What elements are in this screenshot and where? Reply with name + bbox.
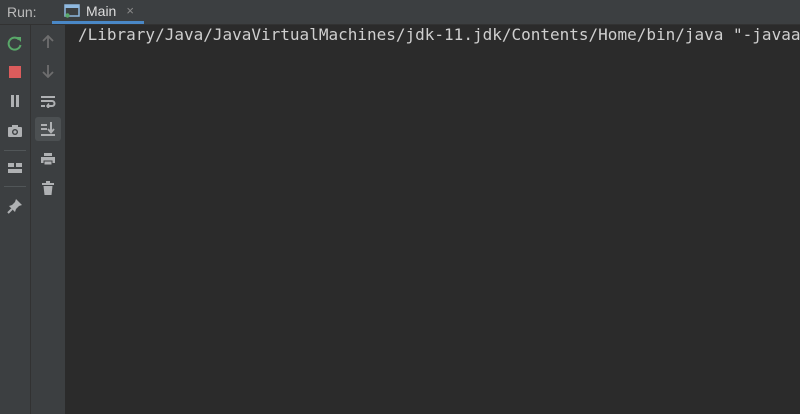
next-occurrence-button[interactable] (35, 59, 61, 83)
camera-icon (8, 125, 22, 137)
restore-layout-button[interactable] (2, 156, 28, 180)
tab-main[interactable]: Main × (52, 0, 144, 24)
pin-tab-button[interactable] (2, 194, 28, 218)
scroll-to-end-icon (41, 122, 55, 136)
close-icon[interactable]: × (126, 3, 134, 18)
run-panel-header: Run: Main × (0, 0, 800, 25)
console-output[interactable]: /Library/Java/JavaVirtualMachines/jdk-11… (66, 25, 800, 414)
dump-threads-button[interactable] (2, 119, 28, 143)
run-toolbar (0, 25, 31, 414)
tab-label: Main (86, 2, 117, 19)
pin-icon (7, 199, 22, 214)
layout-icon (8, 163, 22, 173)
print-icon (41, 153, 55, 166)
stop-button[interactable] (2, 60, 28, 84)
clear-all-button[interactable] (35, 176, 61, 200)
toolbar-divider (4, 186, 26, 187)
console-toolbar (31, 25, 66, 414)
run-label: Run: (7, 4, 37, 20)
soft-wrap-icon (41, 96, 56, 108)
soft-wrap-button[interactable] (35, 89, 61, 113)
rerun-icon (7, 36, 22, 51)
toolbar-divider (4, 150, 26, 151)
scroll-to-end-button[interactable] (35, 117, 61, 141)
previous-occurrence-button[interactable] (35, 30, 61, 54)
stop-icon (9, 66, 21, 78)
pause-icon (11, 95, 19, 107)
rerun-button[interactable] (2, 32, 28, 56)
down-arrow-icon (42, 65, 54, 78)
up-arrow-icon (42, 35, 54, 48)
trash-icon (42, 181, 54, 195)
print-button[interactable] (35, 147, 61, 171)
application-icon (64, 3, 80, 18)
pause-button[interactable] (2, 89, 28, 113)
console-line: /Library/Java/JavaVirtualMachines/jdk-11… (78, 25, 800, 44)
